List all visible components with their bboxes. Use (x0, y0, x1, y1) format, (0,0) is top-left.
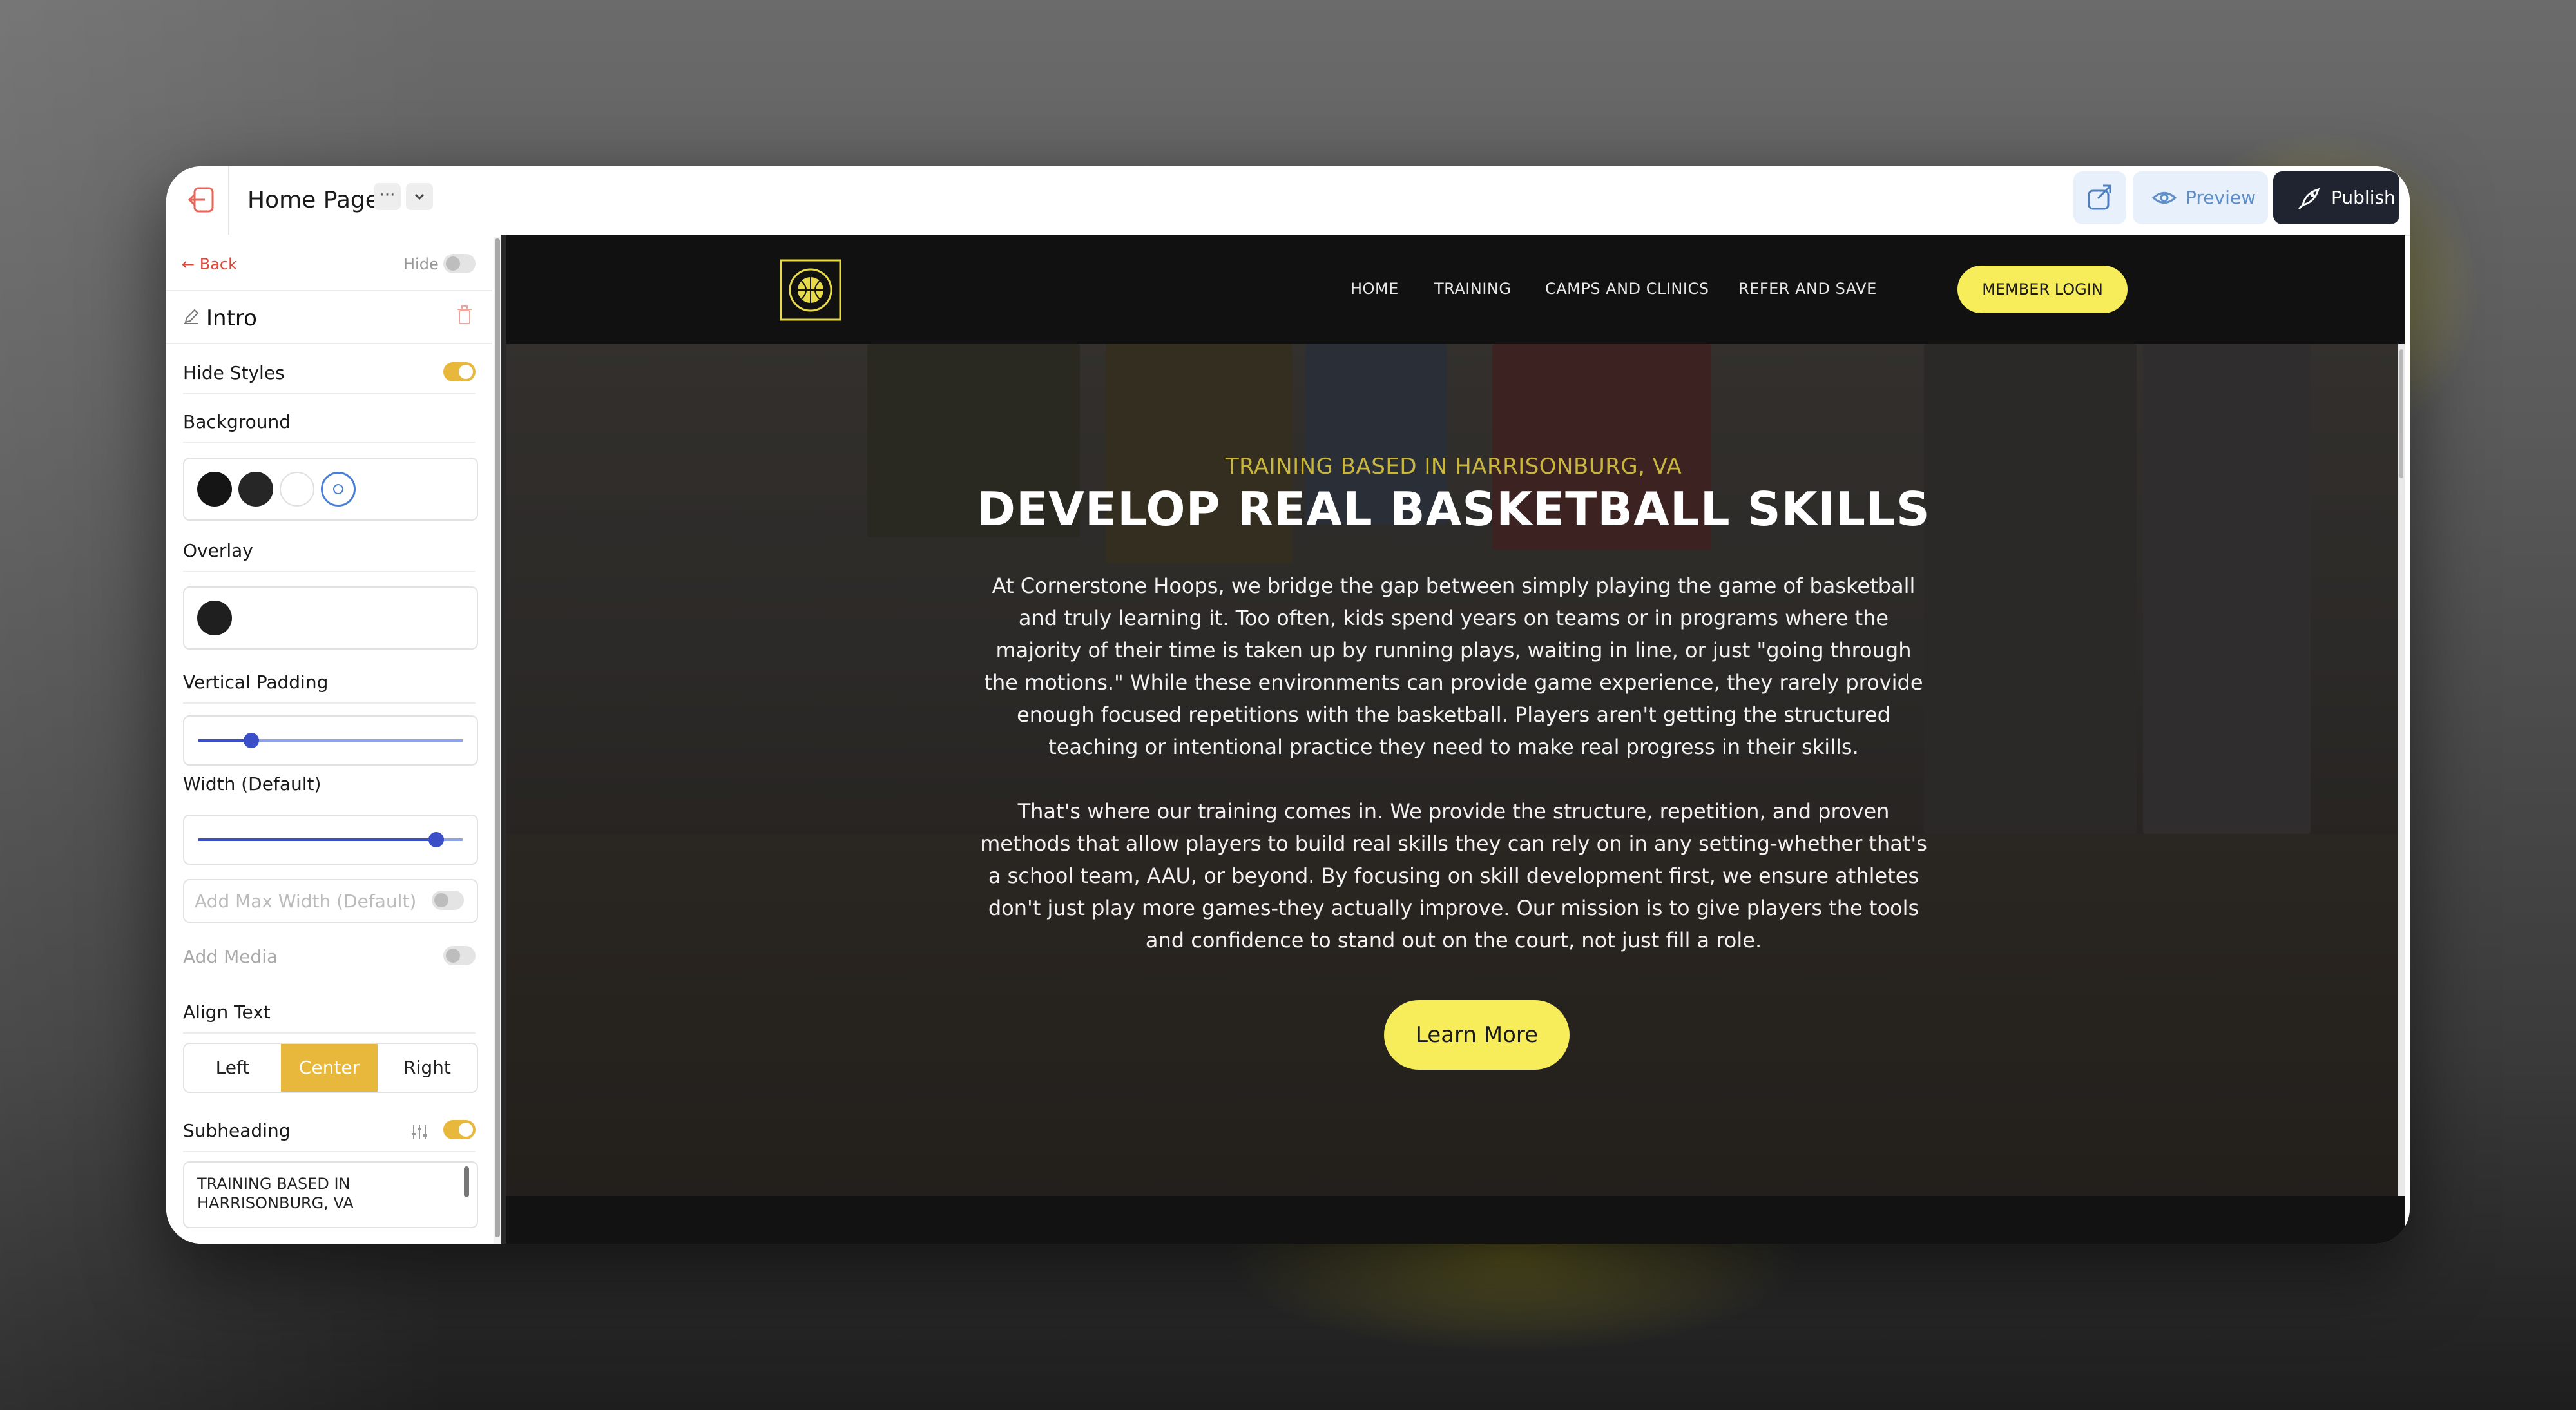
trash-icon[interactable] (455, 304, 474, 326)
section-title[interactable]: Intro (206, 305, 257, 331)
align-left-button[interactable]: Left (184, 1044, 281, 1092)
vertical-padding-slider[interactable] (183, 715, 478, 766)
exit-icon[interactable] (186, 183, 219, 217)
site-canvas: HOME TRAINING CAMPS AND CLINICS REFER AN… (506, 235, 2405, 1244)
back-link[interactable]: ← Back (182, 255, 237, 273)
pencil-icon (184, 309, 199, 324)
divider (183, 1151, 476, 1152)
max-width-field[interactable]: Add Max Width (Default) (183, 879, 478, 923)
nav-home[interactable]: HOME (1350, 280, 1399, 298)
preview-label: Preview (2186, 187, 2256, 208)
add-media-label: Add Media (183, 946, 278, 967)
canvas-border (501, 235, 506, 1244)
site-logo[interactable] (780, 259, 841, 321)
overlay-label: Overlay (183, 540, 253, 561)
hero-title: DEVELOP REAL BASKETBALL SKILLS (977, 482, 1930, 536)
subheading-text: TRAINING BASED IN HARRISONBURG, VA (197, 1175, 354, 1212)
page-dropdown-button[interactable] (406, 183, 433, 210)
hide-styles-toggle[interactable] (443, 362, 476, 381)
slider-fill (198, 838, 436, 841)
hero-subheading: TRAINING BASED IN HARRISONBURG, VA (1225, 454, 1682, 479)
color-swatch[interactable] (197, 472, 232, 507)
hide-styles-label: Hide Styles (183, 362, 285, 383)
nav-camps-and-clinics[interactable]: CAMPS AND CLINICS (1545, 280, 1709, 298)
chevron-down-icon (414, 193, 425, 200)
custom-color-swatch[interactable] (321, 472, 356, 507)
divider (183, 442, 476, 443)
share-icon (2088, 184, 2111, 210)
overlay-swatches (183, 586, 478, 650)
share-button[interactable] (2073, 171, 2126, 224)
hide-toggle[interactable] (443, 254, 476, 273)
hero-paragraph: At Cornerstone Hoops, we bridge the gap … (984, 574, 1923, 759)
publish-label: Publish (2331, 187, 2396, 208)
divider (166, 343, 492, 344)
background-label: Background (183, 411, 291, 432)
subheading-textarea[interactable]: TRAINING BASED IN HARRISONBURG, VA (183, 1161, 478, 1228)
editor-window: Home Page ··· Preview Publish ← Back Hid… (166, 166, 2410, 1244)
align-text-segmented: Left Center Right (183, 1043, 478, 1093)
back-label: Back (199, 255, 238, 273)
divider (166, 290, 492, 291)
width-slider[interactable] (183, 815, 478, 865)
color-swatch[interactable] (238, 472, 273, 507)
divider (228, 166, 229, 235)
preview-button[interactable]: Preview (2133, 171, 2268, 224)
subheading-label: Subheading (183, 1120, 291, 1141)
sidebar-scrollbar[interactable] (495, 238, 500, 1237)
nav-training[interactable]: TRAINING (1434, 280, 1511, 298)
divider (183, 1032, 476, 1034)
width-label: Width (Default) (183, 773, 322, 795)
editor-top-bar: Home Page ··· Preview Publish (166, 166, 2410, 236)
learn-more-button[interactable]: Learn More (1384, 1000, 1570, 1070)
publish-button[interactable]: Publish (2273, 171, 2399, 224)
max-width-label: Add Max Width (Default) (195, 891, 417, 912)
vertical-padding-label: Vertical Padding (183, 671, 329, 693)
max-width-toggle[interactable] (432, 891, 464, 910)
rocket-icon (2298, 188, 2320, 210)
hide-label: Hide (403, 255, 439, 273)
divider (183, 571, 476, 572)
member-login-button[interactable]: MEMBER LOGIN (1957, 266, 2128, 313)
align-center-button[interactable]: Center (281, 1044, 378, 1092)
transparent-swatch[interactable] (280, 472, 314, 507)
properties-sidebar: ← Back Hide Intro Hide Styles Background (166, 235, 501, 1244)
slider-knob[interactable] (244, 733, 259, 748)
site-header: HOME TRAINING CAMPS AND CLINICS REFER AN… (506, 235, 2405, 344)
hero-paragraph: That's where our training comes in. We p… (980, 799, 1927, 952)
divider (183, 702, 476, 704)
slider-knob[interactable] (428, 832, 444, 847)
align-right-button[interactable]: Right (378, 1044, 477, 1092)
sliders-icon[interactable] (409, 1123, 430, 1142)
subheading-toggle[interactable] (443, 1120, 476, 1139)
hero-section: TRAINING BASED IN HARRISONBURG, VA DEVEL… (506, 344, 2405, 1196)
textarea-scrollbar[interactable] (464, 1166, 469, 1197)
divider (183, 393, 476, 394)
color-picker-icon (333, 484, 343, 494)
add-media-toggle[interactable] (443, 946, 476, 965)
page-title[interactable]: Home Page (247, 183, 380, 218)
color-swatch[interactable] (197, 601, 232, 635)
background-swatches (183, 458, 478, 521)
align-text-label: Align Text (183, 1001, 271, 1023)
more-options-button[interactable]: ··· (374, 183, 401, 210)
canvas-scrollbar[interactable] (2399, 349, 2403, 478)
next-section (506, 1196, 2405, 1244)
nav-refer-and-save[interactable]: REFER AND SAVE (1738, 280, 1877, 298)
eye-icon (2151, 192, 2177, 204)
